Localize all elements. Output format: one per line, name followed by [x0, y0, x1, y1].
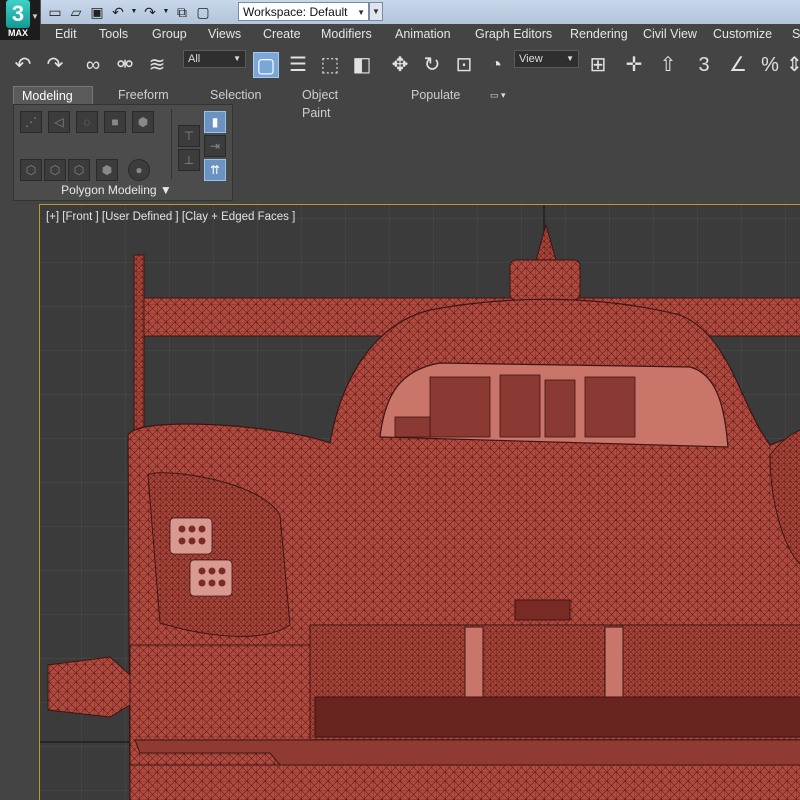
- project-icon[interactable]: ⧉: [173, 3, 191, 21]
- percent-snap-icon[interactable]: %: [757, 52, 783, 78]
- menu-edit[interactable]: Edit: [55, 27, 77, 41]
- workspace-select[interactable]: Workspace: Default ▼: [238, 2, 369, 21]
- selection-filter-select[interactable]: All ▼: [183, 50, 246, 68]
- selection-filter-value: All: [188, 53, 201, 65]
- previous-modifier-icon[interactable]: ⇥: [204, 135, 226, 157]
- edge-icon[interactable]: ◁: [48, 111, 70, 133]
- select-by-name-icon[interactable]: ☰: [285, 52, 311, 78]
- viewport-scene: [40, 205, 800, 800]
- polygon-modeling-dropdown[interactable]: Polygon Modeling ▼: [14, 183, 219, 197]
- tab-object-paint[interactable]: Object Paint: [302, 86, 338, 120]
- menu-animation[interactable]: Animation: [395, 27, 451, 41]
- menu-modifiers[interactable]: Modifiers: [321, 27, 372, 41]
- toggle-command-panel-icon[interactable]: ●: [128, 159, 150, 181]
- chevron-down-icon: ▼: [566, 54, 574, 63]
- undo-icon[interactable]: ↶: [10, 52, 36, 78]
- menu-create[interactable]: Create: [263, 27, 301, 41]
- menu-bar: Edit Tools Group Views Create Modifiers …: [40, 24, 800, 46]
- menu-civil-view[interactable]: Civil View: [643, 27, 697, 41]
- menu-scripting[interactable]: S: [792, 27, 800, 41]
- tab-populate[interactable]: Populate: [411, 86, 460, 104]
- reference-coordinate-select[interactable]: View ▼: [514, 50, 579, 68]
- rotate-icon[interactable]: ↻: [419, 52, 445, 78]
- collapse-stack-icon[interactable]: ⇈: [204, 159, 226, 181]
- tab-modeling[interactable]: Modeling: [13, 86, 93, 104]
- rectangular-selection-icon[interactable]: ⬚: [317, 52, 343, 78]
- window-crossing-icon[interactable]: ◧: [349, 52, 375, 78]
- vertex-icon[interactable]: ⋰: [20, 111, 42, 133]
- use-soft-selection-icon[interactable]: ⬡: [68, 159, 90, 181]
- redo-dropdown-icon[interactable]: ▼: [162, 3, 170, 21]
- tab-selection[interactable]: Selection: [210, 86, 261, 104]
- bind-spacewarp-icon[interactable]: ≋: [144, 52, 170, 78]
- ignore-backfacing-icon[interactable]: ⬡: [44, 159, 66, 181]
- next-modifier-icon[interactable]: ⊥: [178, 149, 200, 171]
- menu-views[interactable]: Views: [208, 27, 241, 41]
- chevron-down-icon: ▼: [233, 54, 241, 63]
- left-viewport-strip: [0, 206, 39, 800]
- redo-icon[interactable]: ↷: [42, 52, 68, 78]
- window-icon[interactable]: ▢: [194, 3, 212, 21]
- undo-icon[interactable]: ↶: [109, 3, 127, 21]
- snaps-toggle-icon[interactable]: 3: [691, 52, 717, 78]
- angle-snap-icon[interactable]: ∠: [725, 52, 751, 78]
- tab-freeform[interactable]: Freeform: [118, 86, 169, 104]
- workspace-value: Workspace: Default: [243, 5, 348, 19]
- border-icon[interactable]: ◌: [76, 111, 98, 133]
- chevron-down-icon: ▼: [31, 12, 39, 21]
- menu-customize[interactable]: Customize: [713, 27, 772, 41]
- chevron-down-icon: ▼: [159, 183, 172, 197]
- workspace-menu-button[interactable]: ▼: [369, 2, 383, 21]
- app-logo-sub: MAX: [8, 28, 28, 38]
- preserve-uvs-icon[interactable]: ⬢: [96, 159, 118, 181]
- modify-mode-icon[interactable]: ⬡: [20, 159, 42, 181]
- chevron-down-icon: ▼: [357, 8, 365, 17]
- panel-title: Polygon Modeling: [61, 183, 157, 197]
- menu-rendering[interactable]: Rendering: [570, 27, 628, 41]
- front-viewport[interactable]: [39, 204, 800, 800]
- polygon-modeling-panel: ⋰ ◁ ◌ ■ ⬢ ⬡ ⬡ ⬡ ⬢ ● ⊤ ▮ ⊥ ⇥ ⇈ Polygon Mo…: [13, 104, 233, 201]
- keyboard-shortcut-icon[interactable]: ⇧: [655, 52, 681, 78]
- menu-tools[interactable]: Tools: [99, 27, 128, 41]
- snaps-label: 3: [698, 54, 710, 76]
- select-manipulate-icon[interactable]: ✛: [621, 52, 647, 78]
- viewport-label[interactable]: [+] [Front ] [User Defined ] [Clay + Edg…: [46, 211, 295, 223]
- scale-icon[interactable]: ⊡: [451, 52, 477, 78]
- undo-dropdown-icon[interactable]: ▼: [130, 3, 138, 21]
- ribbon-options-icon[interactable]: ▭ ▾: [490, 86, 518, 104]
- quick-access-toolbar: ▭ ▱ ▣ ↶ ▼ ↷ ▼ ⧉ ▢: [46, 3, 212, 21]
- spinner-snap-icon[interactable]: ⇕: [786, 52, 800, 78]
- open-file-icon[interactable]: ▱: [67, 3, 85, 21]
- move-icon[interactable]: ✥: [387, 52, 413, 78]
- place-icon[interactable]: ◔: [483, 52, 509, 78]
- reference-coordinate-value: View: [519, 53, 543, 65]
- show-end-result-icon[interactable]: ⊤: [178, 125, 200, 147]
- element-icon[interactable]: ⬢: [132, 111, 154, 133]
- link-icon[interactable]: ∞: [80, 52, 106, 78]
- redo-icon[interactable]: ↷: [141, 3, 159, 21]
- menu-graph-editors[interactable]: Graph Editors: [475, 27, 552, 41]
- pivot-center-icon[interactable]: ⊞: [585, 52, 611, 78]
- save-icon[interactable]: ▣: [88, 3, 106, 21]
- app-menu-button[interactable]: 3 MAX ▼: [0, 0, 41, 40]
- polygon-icon[interactable]: ■: [104, 111, 126, 133]
- unlink-icon[interactable]: ⚮: [112, 52, 138, 78]
- pin-stack-icon[interactable]: ▮: [204, 111, 226, 133]
- menu-group[interactable]: Group: [152, 27, 187, 41]
- select-object-icon[interactable]: ▢: [253, 52, 279, 78]
- app-logo: 3: [6, 0, 30, 28]
- panel-divider: [171, 109, 172, 179]
- new-file-icon[interactable]: ▭: [46, 3, 64, 21]
